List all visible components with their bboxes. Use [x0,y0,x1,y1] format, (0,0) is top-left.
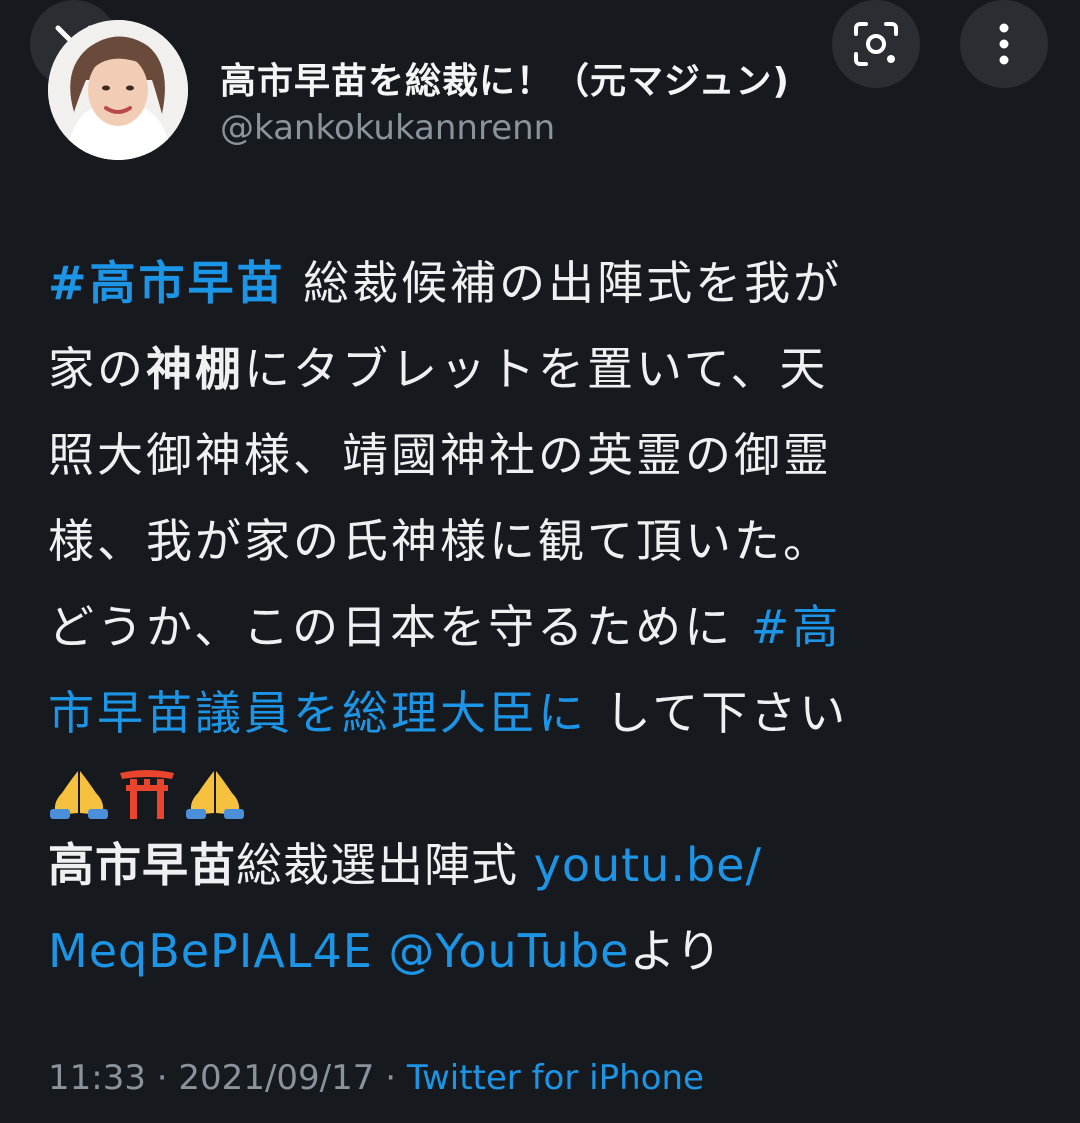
tweet-line: 家の神棚にタブレットを置いて、天 [48,326,1028,412]
hashtag-link[interactable]: #高 [751,600,842,654]
tweet-text-segment: より [629,924,723,978]
lens-scan-button[interactable] [832,0,920,88]
tweet-date: 2021/09/17 [178,1058,375,1098]
tweet-text-segment: にタブレットを置いて、天 [244,342,829,396]
tweet-text-segment: どうか、この日本を守るために [48,600,734,654]
tweet-text: #高市早苗 総裁候補の出陣式を我が 家の神棚にタブレットを置いて、天 照大御神様… [48,240,1028,842]
user-handle[interactable]: @kankokukannrenn [220,108,555,148]
youtube-link-continued[interactable]: MeqBePIAL4E [48,924,373,978]
display-name[interactable]: 高市早苗を総裁に！（元マジュン) [220,52,790,104]
client-link[interactable]: Twitter for iPhone [407,1058,704,1098]
tweet-line: 照大御神様、靖國神社の英霊の御霊 [48,428,832,482]
tweet-line: 高市早苗総裁選出陣式 youtu.be/ [48,822,1048,908]
more-vertical-icon [999,23,1009,65]
tweet-line: 市早苗議員を総理大臣に して下さい [48,670,1028,756]
shared-link-text: 高市早苗総裁選出陣式 youtu.be/ MeqBePIAL4E @YouTub… [48,822,1048,994]
tweet-line: MeqBePIAL4E @YouTubeより [48,908,1048,994]
tweet-line: どうか、この日本を守るために #高 [48,584,1028,670]
more-options-button[interactable] [960,0,1048,88]
tweet-line: #高市早苗 総裁候補の出陣式を我が [48,240,1028,326]
hashtag-link[interactable]: #高市早苗 [48,256,286,310]
hashtag-link[interactable]: 市早苗議員を総理大臣に [48,686,587,740]
tweet-text-segment: 総裁候補の出陣式を我が [303,256,843,310]
mention-link[interactable]: @YouTube [388,924,629,978]
lens-scan-icon [854,22,898,66]
tweet-line: 様、我が家の氏神様に観て頂いた。 [48,514,832,568]
tweet-time: 11:33 [48,1058,146,1098]
separator: · [156,1058,168,1098]
video-title: 総裁選出陣式 [236,838,518,892]
tweet-metadata: 11:33 · 2021/09/17 · Twitter for iPhone [48,1058,704,1098]
profile-photo [48,20,188,160]
tweet-text-segment: 家の [48,342,146,396]
separator: · [385,1058,397,1098]
youtube-link[interactable]: youtu.be/ [534,838,762,892]
tweet-text-segment: して下さい [604,686,849,740]
tweet-text-bold: 神棚 [146,342,244,396]
video-title-bold: 高市早苗 [48,838,236,892]
avatar[interactable] [48,20,188,160]
